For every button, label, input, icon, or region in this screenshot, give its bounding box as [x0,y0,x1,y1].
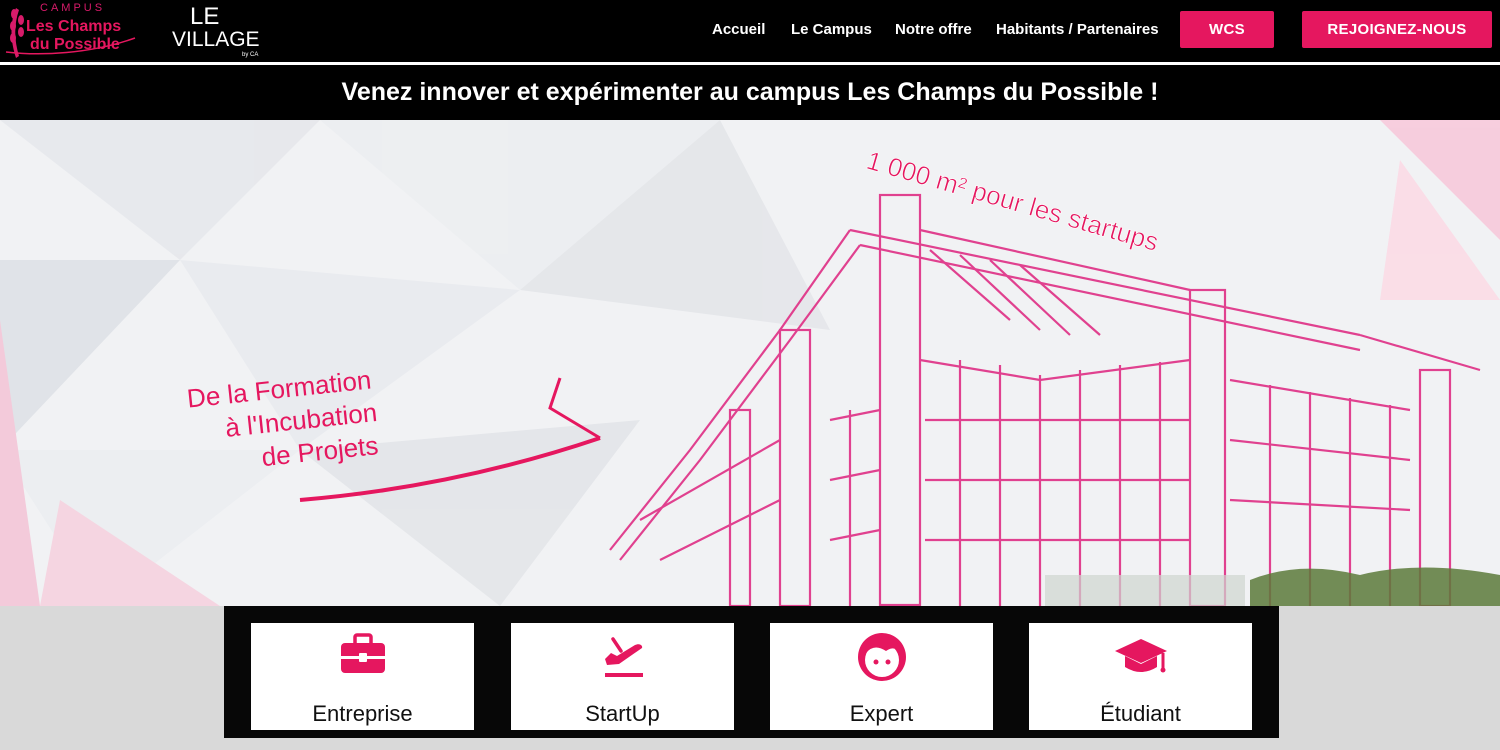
join-button[interactable]: REJOIGNEZ-NOUS [1302,11,1492,48]
site-header: CAMPUS Les Champs du Possible LE VILLAGE… [0,0,1500,64]
logo-village-line1: LE [190,3,219,30]
hero-illustration: 1 000 m² pour les startups De la Formati… [0,120,1500,606]
nav-habitants-partenaires[interactable]: Habitants / Partenaires [996,21,1159,38]
card-entreprise[interactable]: Entreprise [251,623,474,730]
village-logo[interactable]: LE VILLAGE by CA [168,0,263,62]
briefcase-icon [340,633,385,673]
card-entreprise-label: Entreprise [312,701,413,726]
plane-departure-icon [604,637,643,677]
audience-cards: Entreprise StartUp Expert Étudiant [224,606,1279,738]
hero-banner-text: 1 000 m² pour les startups [863,145,1162,257]
logo-campus-line3: du Possible [30,36,120,53]
logo-village-by: by CA [242,52,258,58]
card-etudiant-label: Étudiant [1100,701,1181,726]
tagline-banner: Venez innover et expérimenter au campus … [0,65,1500,120]
face-icon [857,633,906,681]
wcs-button[interactable]: WCS [1180,11,1274,48]
card-expert-label: Expert [849,701,914,726]
logo-village-line2: VILLAGE [172,28,260,51]
logo-campus-line1: CAMPUS [40,2,105,14]
campus-logo[interactable]: CAMPUS Les Champs du Possible [0,0,140,62]
tagline-text: Venez innover et expérimenter au campus … [341,78,1159,106]
card-startup[interactable]: StartUp [511,623,734,730]
logo-campus-line2: Les Champs [26,18,121,35]
nav-notre-offre[interactable]: Notre offre [895,21,972,38]
hero-banner: 1 000 m² pour les startups De la Formati… [0,120,1500,606]
card-etudiant[interactable]: Étudiant [1029,623,1252,730]
nav-le-campus[interactable]: Le Campus [791,21,872,38]
graduation-cap-icon [1114,639,1167,673]
nav-accueil[interactable]: Accueil [712,21,765,38]
card-expert[interactable]: Expert [770,623,993,730]
card-startup-label: StartUp [585,701,660,726]
